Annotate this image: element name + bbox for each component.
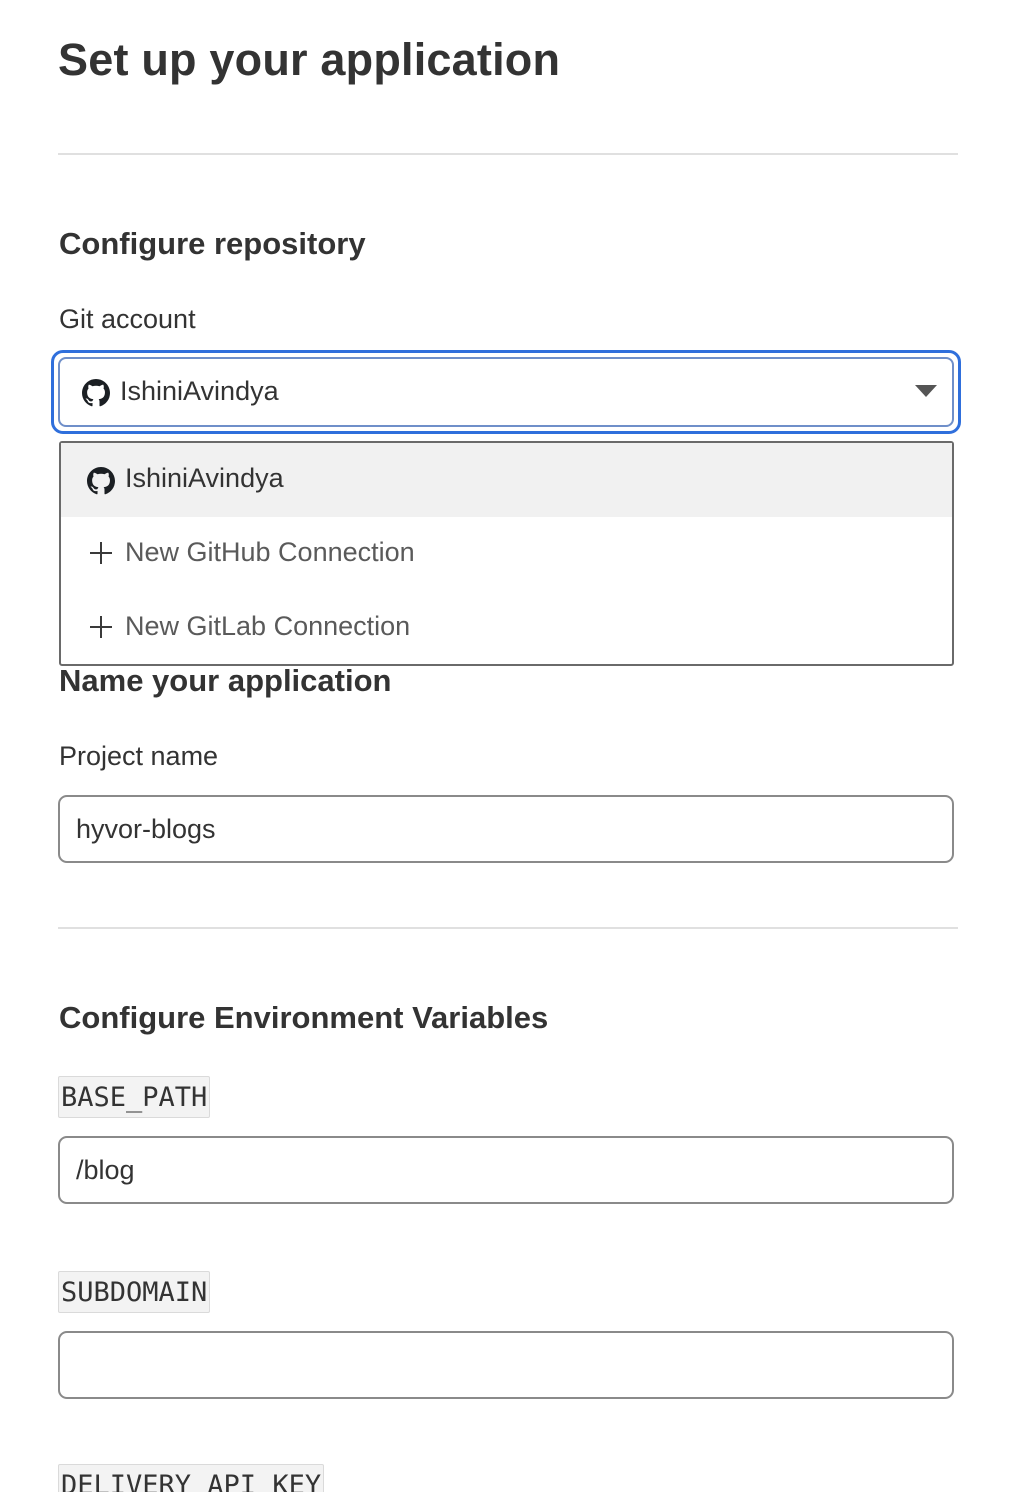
environment-variables-heading: Configure Environment Variables — [59, 1000, 549, 1035]
git-account-selected-value: IshiniAvindya — [120, 376, 279, 406]
env-var-input-subdomain[interactable] — [58, 1331, 954, 1399]
project-name-label: Project name — [59, 741, 219, 771]
github-icon — [87, 467, 115, 495]
divider — [58, 153, 958, 155]
name-application-heading: Name your application — [59, 663, 392, 698]
env-var-input-base-path[interactable] — [58, 1136, 954, 1204]
git-account-label: Git account — [59, 304, 196, 334]
page-title: Set up your application — [58, 34, 561, 85]
env-var-name-subdomain: SUBDOMAIN — [58, 1271, 211, 1313]
env-var-name-base-path: BASE_PATH — [58, 1076, 211, 1118]
chevron-down-icon[interactable] — [915, 385, 937, 397]
setup-application-page: Set up your application Configure reposi… — [0, 0, 1010, 1492]
dropdown-option-new-gitlab-connection[interactable]: New GitLab Connection — [61, 591, 952, 665]
divider — [58, 927, 958, 929]
dropdown-option-new-github-connection[interactable]: New GitHub Connection — [61, 517, 952, 591]
plus-icon — [90, 616, 112, 638]
dropdown-option-label: New GitLab Connection — [125, 611, 411, 641]
configure-repository-heading: Configure repository — [59, 226, 366, 261]
git-account-dropdown-menu: IshiniAvindya New GitHub Connection New … — [59, 441, 954, 666]
dropdown-option-label: New GitHub Connection — [125, 537, 415, 567]
project-name-input[interactable] — [58, 795, 954, 863]
dropdown-option-ishiniavindya[interactable]: IshiniAvindya — [61, 443, 952, 517]
dropdown-option-label: IshiniAvindya — [125, 463, 284, 493]
plus-icon — [90, 542, 112, 564]
env-var-name-delivery-api-key: DELIVERY_API_KEY — [58, 1464, 325, 1492]
github-icon — [82, 379, 110, 407]
